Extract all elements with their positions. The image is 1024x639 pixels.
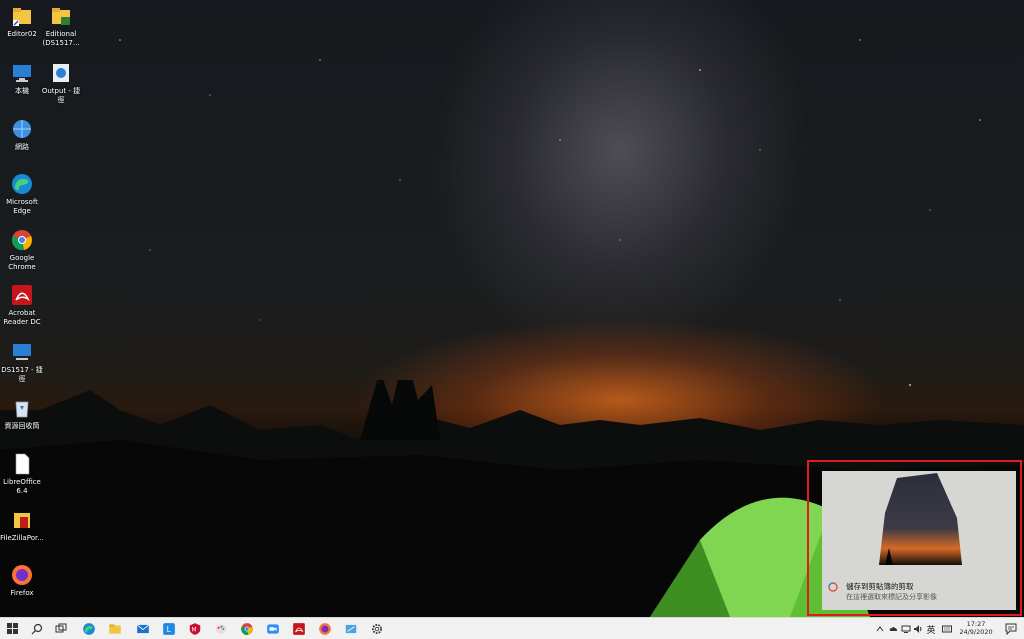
acrobat-icon [12,285,32,305]
desktop-icon-edge[interactable]: Microsoft Edge [0,172,44,216]
desktop-icon-label: Output - 捷 徑 [41,87,81,104]
desktop-icon-ds1517[interactable]: DS1517 - 捷 徑 [0,340,44,384]
this-pc-icon [13,65,31,82]
tray-volume[interactable] [912,620,924,638]
desktop-icon-label: Microsoft Edge [6,198,38,215]
folder-shortcut-icon [52,8,70,25]
desktop-icon-recycle-bin[interactable]: 資源回收筒 [0,396,44,431]
tray-overflow[interactable] [874,620,886,638]
toast-subtitle: 在這裡選取來標記及分享影像 [846,593,937,601]
desktop-icon-label: 本機 [15,87,29,95]
desktop-icon-filezilla[interactable]: FileZillaPor... [0,508,44,543]
edge-icon [83,623,95,635]
snip-icon [345,624,357,634]
desktop-icon-label: 網路 [15,143,29,151]
mail-icon [136,624,150,634]
acrobat-icon [293,623,305,635]
folder-shortcut-icon [13,8,31,26]
file-explorer-icon [109,624,121,634]
taskbar-edge[interactable] [80,620,98,638]
desktop-icon-label: Firefox [10,589,34,597]
chrome-icon [12,230,32,251]
desktop-icon-label: FileZillaPor... [0,534,44,542]
tray-app[interactable] [886,620,900,638]
libreoffice-icon [15,453,30,475]
taskbar-mail[interactable] [134,620,152,638]
recycle-bin-icon [15,401,29,418]
keyboard-icon [942,625,952,633]
taskbar-snip[interactable] [342,620,360,638]
tray-network[interactable] [900,620,912,638]
task-view-button[interactable] [52,620,70,638]
chrome-icon [241,623,253,635]
clock-date: 24/9/2020 [959,628,993,636]
taskbar-mcafee[interactable]: M [186,620,204,638]
network-folder-icon [53,64,69,82]
zoom-icon [267,624,279,634]
firefox-icon [319,623,331,635]
notification-icon [1005,623,1017,635]
edge-icon [12,174,32,194]
taskbar-paint[interactable] [212,620,230,638]
taskbar-file-explorer[interactable] [106,620,124,638]
toast-title: 儲存到剪貼簿的剪取 [846,582,914,591]
start-icon [7,623,18,634]
desktop-icon-label: Editor02 [7,30,37,38]
taskbar: L M 英 17:27 24/9/2020 [0,617,1024,639]
mcafee-icon: M [189,623,201,635]
taskbar-acrobat[interactable] [290,620,308,638]
desktop-icon-label: Editional (DS1517... [42,30,80,47]
task-view-icon [55,623,67,633]
volume-icon [914,625,922,633]
desktop-icon-editor02[interactable]: Editor02 [0,4,44,39]
desktop-icon-acrobat[interactable]: Acrobat Reader DC [0,283,44,327]
taskbar-zoom[interactable] [264,620,282,638]
network-status-icon [901,625,911,633]
desktop-icon-editional[interactable]: Editional (DS1517... [39,4,83,48]
start-button[interactable] [4,620,22,638]
network-icon [13,120,31,138]
desktop-icon-chrome[interactable]: Google Chrome [0,228,44,272]
desktop-icon-label: Acrobat Reader DC [3,309,41,326]
svg-text:M: M [192,627,197,633]
desktop-icon-this-pc[interactable]: 本機 [0,61,44,96]
settings-icon [372,624,382,634]
desktop-icon-label: DS1517 - 捷 徑 [1,366,43,383]
taskbar-firefox[interactable] [316,620,334,638]
action-center-button[interactable] [1002,620,1020,638]
search-icon [31,623,43,635]
desktop-icon-firefox[interactable]: Firefox [0,563,44,598]
tray-ime[interactable] [940,620,954,638]
desktop-icon-output[interactable]: Output - 捷 徑 [39,61,83,105]
desktop-icon-label: 資源回收筒 [4,422,40,430]
taskbar-clock[interactable]: 17:27 24/9/2020 [956,620,996,636]
search-button[interactable] [28,620,46,638]
paint-icon [215,624,227,634]
taskbar-settings[interactable] [368,620,386,638]
taskbar-line[interactable]: L [160,620,178,638]
snip-preview-thumbnail [879,473,962,565]
taskbar-chrome[interactable] [238,620,256,638]
desktop-icon-network[interactable]: 網路 [0,117,44,152]
line-icon: L [163,623,175,635]
desktop-icon-libreoffice[interactable]: LibreOffice 6.4 [0,452,44,496]
clock-time: 17:27 [966,620,986,628]
snip-sketch-icon [828,577,838,592]
desktop-icon-label: Google Chrome [8,254,36,271]
tray-input-indicator[interactable]: 英 [924,620,938,638]
firefox-icon [12,565,32,585]
computer-shortcut-icon [13,344,31,360]
cloud-icon [889,627,897,631]
filezilla-icon [14,513,30,528]
chevron-up-icon [876,626,884,632]
desktop-icon-label: LibreOffice 6.4 [3,478,41,495]
